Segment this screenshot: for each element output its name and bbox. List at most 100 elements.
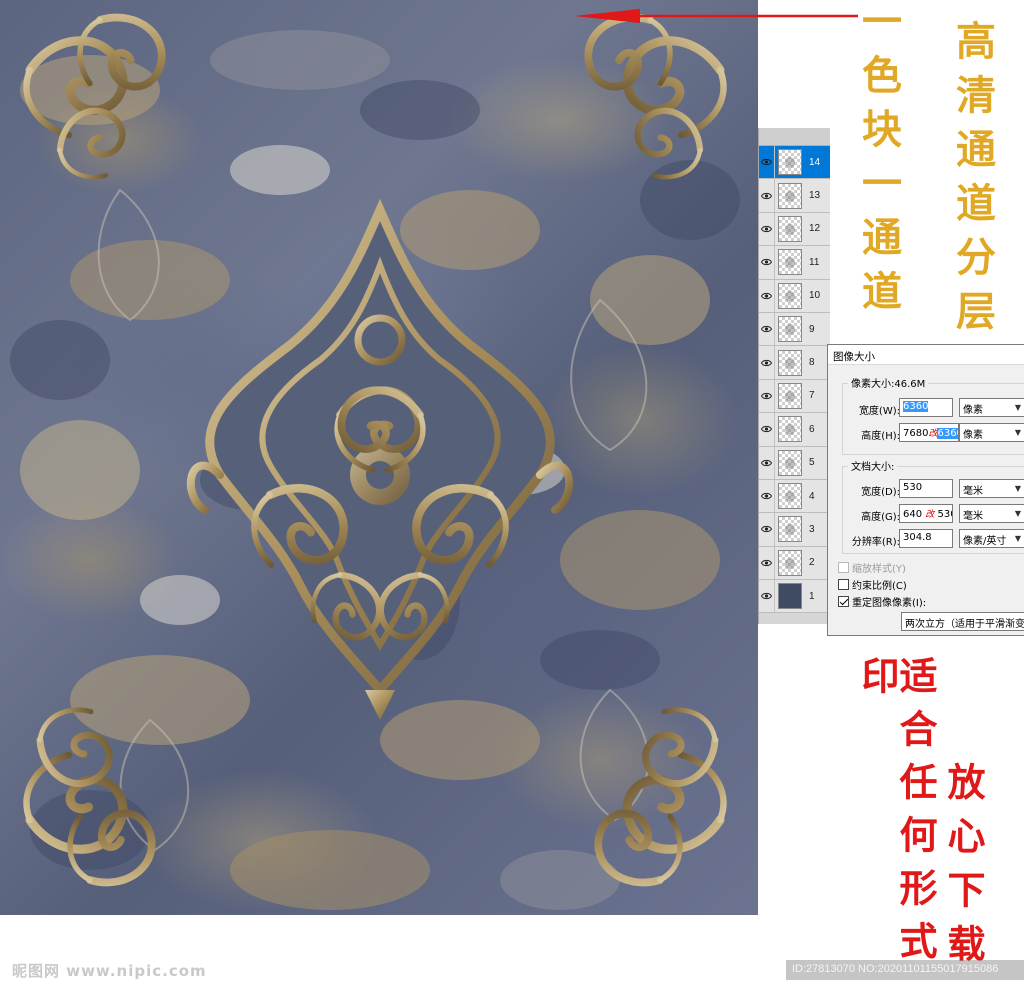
layer-row[interactable]: 1 (759, 580, 830, 614)
pixel-height-unit-select[interactable]: 像素 ▼ (959, 423, 1024, 442)
eye-icon[interactable] (759, 346, 775, 379)
layer-thumbnail (778, 215, 802, 242)
scale-styles-checkbox[interactable]: 缩放样式(Y) (838, 560, 906, 575)
site-watermark-logo: 昵图网 www.nipic.com (12, 962, 207, 980)
pixel-height-value: 6360 (937, 428, 958, 439)
layer-number: 14 (809, 156, 821, 168)
eye-icon[interactable] (759, 479, 775, 513)
resolution-unit: 像素/英寸 (963, 536, 1007, 547)
resolution-label: 分辨率(R): (851, 537, 900, 548)
layer-thumbnail (778, 182, 802, 209)
image-size-dialog: 图像大小 像素大小:46.6M 宽度(W): 6360 像素 ▼ 高度(H): 7… (827, 344, 1024, 636)
dialog-title: 图像大小 (828, 345, 1024, 365)
eye-icon[interactable] (759, 179, 775, 212)
text-download-safely: 放心下载 (941, 762, 986, 978)
layer-row[interactable]: 6 (759, 413, 830, 447)
layers-panel: 14 13 12 11 10 9 8 7 6 5 4 3 2 1 (758, 128, 830, 624)
pixel-size-label: 像素大小:46.6M (848, 375, 929, 390)
constrain-proportions-checkbox[interactable]: 约束比例(C) (838, 577, 907, 592)
checkbox-box-checked (838, 596, 849, 607)
layer-number: 13 (809, 190, 821, 202)
layer-row[interactable]: 5 (759, 446, 830, 480)
layers-list: 14 13 12 11 10 9 8 7 6 5 4 3 2 1 (759, 146, 830, 614)
eye-icon[interactable] (759, 546, 775, 580)
pixel-height-input[interactable]: 7680改6360 (899, 423, 959, 442)
layer-row[interactable]: 10 (759, 279, 830, 313)
layer-row[interactable]: 9 (759, 312, 830, 347)
text-one-color-one-channel: 一色块一通道 (855, 0, 902, 324)
eye-icon[interactable] (759, 312, 775, 346)
layer-row[interactable]: 7 (759, 379, 830, 414)
layer-number: 6 (809, 423, 815, 435)
layer-row[interactable]: 12 (759, 212, 830, 247)
eye-icon[interactable] (759, 580, 775, 613)
damask-pattern-svg (10, 0, 740, 910)
resample-method-value: 两次立方（适用于平滑渐变 (905, 619, 1024, 630)
layer-thumbnail (778, 349, 802, 376)
layer-row[interactable]: 14 (759, 146, 830, 180)
pixel-width-unit-select[interactable]: 像素 ▼ (959, 398, 1024, 417)
pixel-height-unit: 像素 (963, 430, 983, 441)
layer-thumbnail (778, 449, 802, 476)
layer-row[interactable]: 2 (759, 546, 830, 581)
doc-width-unit: 毫米 (963, 486, 983, 497)
resample-image-checkbox[interactable]: 重定图像像素(I): (838, 594, 926, 609)
layers-panel-tab[interactable] (759, 128, 830, 146)
doc-width-unit-select[interactable]: 毫米 ▼ (959, 479, 1024, 498)
eye-icon[interactable] (759, 379, 775, 413)
layer-thumbnail (778, 416, 802, 443)
document-size-label: 文档大小: (848, 458, 898, 473)
doc-width-input[interactable]: 530 (899, 479, 953, 498)
layer-number: 2 (809, 557, 815, 569)
layer-number: 5 (809, 457, 815, 469)
layer-row[interactable]: 3 (759, 513, 830, 547)
checkbox-box (838, 579, 849, 590)
resample-method-select[interactable]: 两次立方（适用于平滑渐变 (901, 612, 1024, 631)
resample-image-label: 重定图像像素(I): (852, 598, 927, 609)
layer-number: 8 (809, 357, 815, 369)
chevron-down-icon: ▼ (1014, 509, 1021, 518)
layer-number: 12 (809, 223, 821, 235)
text-suitable-for-printing: 适合任何形式印 (855, 656, 938, 974)
resolution-unit-select[interactable]: 像素/英寸 ▼ (959, 529, 1024, 548)
layer-row[interactable]: 8 (759, 346, 830, 380)
layer-number: 10 (809, 290, 821, 302)
eye-icon[interactable] (759, 146, 775, 179)
layer-thumbnail (778, 583, 802, 610)
chevron-down-icon: ▼ (1014, 484, 1021, 493)
pixel-width-input[interactable]: 6360 (899, 398, 953, 417)
layer-thumbnail (778, 316, 802, 343)
doc-height-unit-select[interactable]: 毫米 ▼ (959, 504, 1024, 523)
doc-width-value: 530 (903, 482, 923, 493)
chevron-down-icon: ▼ (1014, 403, 1021, 412)
eye-icon[interactable] (759, 513, 775, 546)
image-id-watermark: ID:27813070 NO:20201101155017915086 (786, 960, 1024, 980)
layer-thumbnail (778, 282, 802, 309)
resolution-input[interactable]: 304.8 (899, 529, 953, 548)
pixel-dimensions-group (842, 383, 1024, 455)
layer-number: 4 (809, 490, 815, 502)
eye-icon[interactable] (759, 279, 775, 312)
eye-icon[interactable] (759, 413, 775, 446)
eye-icon[interactable] (759, 446, 775, 479)
eye-icon[interactable] (759, 212, 775, 246)
damask-artwork (0, 0, 758, 915)
layer-number: 9 (809, 323, 815, 335)
layer-row[interactable]: 13 (759, 179, 830, 213)
layer-thumbnail (778, 149, 802, 176)
layer-row[interactable]: 4 (759, 479, 830, 514)
resolution-value: 304.8 (903, 532, 932, 543)
scale-styles-label: 缩放样式(Y) (852, 564, 906, 575)
pixel-width-value: 6360 (903, 401, 929, 412)
layer-thumbnail (778, 549, 802, 576)
doc-height-edit-note: 改 (925, 510, 935, 520)
pixel-width-unit: 像素 (963, 405, 983, 416)
doc-height-input[interactable]: 640 改 530 (899, 504, 953, 523)
chevron-down-icon: ▼ (1014, 534, 1021, 543)
doc-height-value: 530 (937, 509, 952, 520)
layer-number: 7 (809, 390, 815, 402)
eye-icon[interactable] (759, 246, 775, 279)
chevron-down-icon: ▼ (1014, 428, 1021, 437)
layer-number: 11 (809, 256, 820, 268)
layer-row[interactable]: 11 (759, 246, 830, 280)
